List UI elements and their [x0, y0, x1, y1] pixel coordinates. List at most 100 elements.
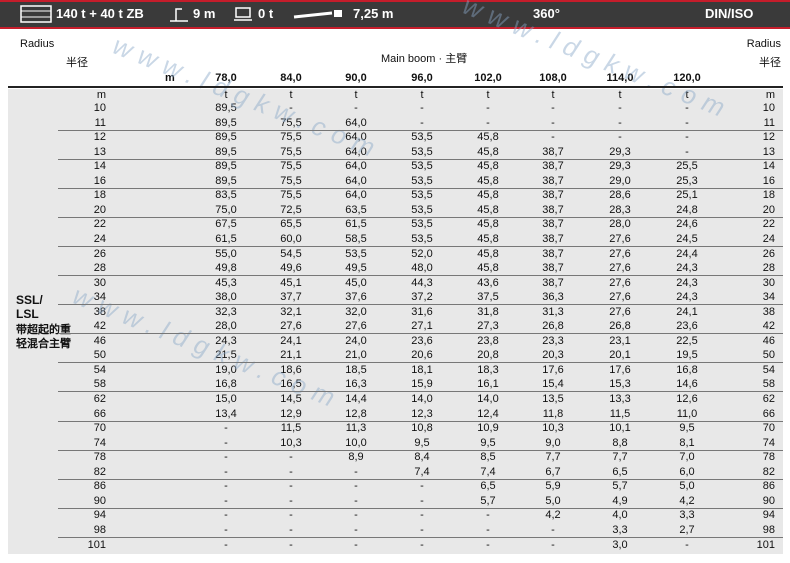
load-value: 38,7	[542, 189, 564, 201]
load-value: 26,8	[609, 320, 631, 332]
load-value: 24,3	[676, 277, 698, 289]
load-value: 63,5	[345, 204, 367, 216]
load-value: 23,1	[609, 335, 631, 347]
load-value: -	[224, 422, 228, 434]
load-value: 38,0	[215, 291, 237, 303]
load-value: 89,5	[215, 117, 237, 129]
load-value: -	[486, 102, 490, 114]
load-value: 27,6	[609, 262, 631, 274]
load-value: 23,3	[542, 335, 564, 347]
load-value: 83,5	[215, 189, 237, 201]
radius-left: 98	[93, 524, 106, 536]
radius-right: 82	[762, 466, 775, 478]
load-value: 8,1	[679, 437, 695, 449]
load-value: 22,5	[676, 335, 698, 347]
load-value: 49,6	[280, 262, 302, 274]
load-value: 53,5	[411, 131, 433, 143]
boom-title: Main boom · 主臂	[381, 53, 468, 65]
load-value: 3,0	[612, 539, 628, 551]
radius-right: 30	[762, 277, 775, 289]
radius-right: 20	[762, 204, 775, 216]
extension-value: 7,25 m	[353, 6, 394, 21]
load-value: 28,3	[609, 204, 631, 216]
load-value: -	[551, 117, 555, 129]
load-value: 54,5	[280, 248, 302, 260]
load-value: 15,9	[411, 378, 433, 390]
radius-label-right: Radius	[746, 38, 781, 50]
load-value: 5,7	[480, 495, 496, 507]
row-separator	[58, 275, 783, 276]
load-value: 53,5	[411, 233, 433, 245]
load-value: -	[224, 466, 228, 478]
load-value: 25,5	[676, 160, 698, 172]
load-value: 31,8	[477, 306, 499, 318]
load-value: 31,3	[542, 306, 564, 318]
load-value: 29,3	[609, 146, 631, 158]
load-value: 15,3	[609, 378, 631, 390]
radius-cn-left: 半径	[66, 57, 88, 69]
load-value: 11,5	[280, 422, 302, 434]
radius-right: 62	[762, 393, 775, 405]
radius-left: 20	[93, 204, 106, 216]
load-value: 27,6	[280, 320, 302, 332]
norm-label: DIN/ISO	[705, 6, 754, 21]
radius-right: 13	[762, 146, 775, 158]
load-value: 27,6	[609, 233, 631, 245]
load-value: 37,5	[477, 291, 499, 303]
load-value: -	[354, 509, 358, 521]
load-value: -	[354, 480, 358, 492]
unit-m-right: m	[765, 89, 775, 101]
boom-type-cn-2: 轻混合主臂	[16, 338, 71, 350]
boom-length-4: 102,0	[474, 72, 502, 84]
load-value: 28,0	[609, 218, 631, 230]
load-value: 38,7	[542, 160, 564, 172]
radius-label-left: Radius	[20, 38, 55, 50]
radius-left: 13	[93, 146, 106, 158]
unit-m-left: m	[96, 89, 106, 101]
load-value: 48,0	[411, 262, 433, 274]
load-value: 37,2	[411, 291, 433, 303]
load-value: 19,5	[676, 349, 698, 361]
load-value: 9,5	[679, 422, 695, 434]
load-value: 45,8	[477, 262, 499, 274]
load-value: 8,8	[612, 437, 628, 449]
radius-left: 90	[93, 495, 106, 507]
row-separator	[58, 217, 783, 218]
load-value: 14,6	[676, 378, 698, 390]
radius-left: 66	[93, 408, 106, 420]
load-value: 31,6	[411, 306, 433, 318]
load-value: 25,3	[676, 175, 698, 187]
load-value: 24,0	[345, 335, 367, 347]
load-value: 27,1	[411, 320, 433, 332]
load-value: 75,5	[280, 175, 302, 187]
load-value: -	[420, 102, 424, 114]
load-value: -	[354, 466, 358, 478]
load-value: 27,6	[345, 320, 367, 332]
load-value: 16,1	[477, 378, 499, 390]
load-value: -	[289, 466, 293, 478]
load-value: 7,0	[679, 451, 695, 463]
load-value: -	[289, 524, 293, 536]
load-value: -	[420, 509, 424, 521]
load-value: -	[551, 131, 555, 143]
row-separator	[58, 130, 783, 131]
load-value: 4,2	[679, 495, 695, 507]
radius-left: 11	[94, 117, 106, 129]
load-value: -	[486, 524, 490, 536]
row-separator	[58, 246, 783, 247]
load-value: 9,5	[480, 437, 496, 449]
radius-left: 26	[93, 248, 106, 260]
load-value: -	[289, 495, 293, 507]
boom-length-2: 90,0	[345, 72, 367, 84]
radius-right: 50	[762, 349, 775, 361]
load-value: 15,0	[215, 393, 237, 405]
load-value: 12,8	[345, 408, 367, 420]
load-value: -	[420, 524, 424, 536]
load-value: 26,8	[542, 320, 564, 332]
boom-length-5: 108,0	[539, 72, 567, 84]
load-value: -	[224, 495, 228, 507]
load-value: -	[685, 146, 689, 158]
load-value: 7,7	[545, 451, 561, 463]
load-value: 18,1	[411, 364, 433, 376]
load-value: -	[224, 509, 228, 521]
